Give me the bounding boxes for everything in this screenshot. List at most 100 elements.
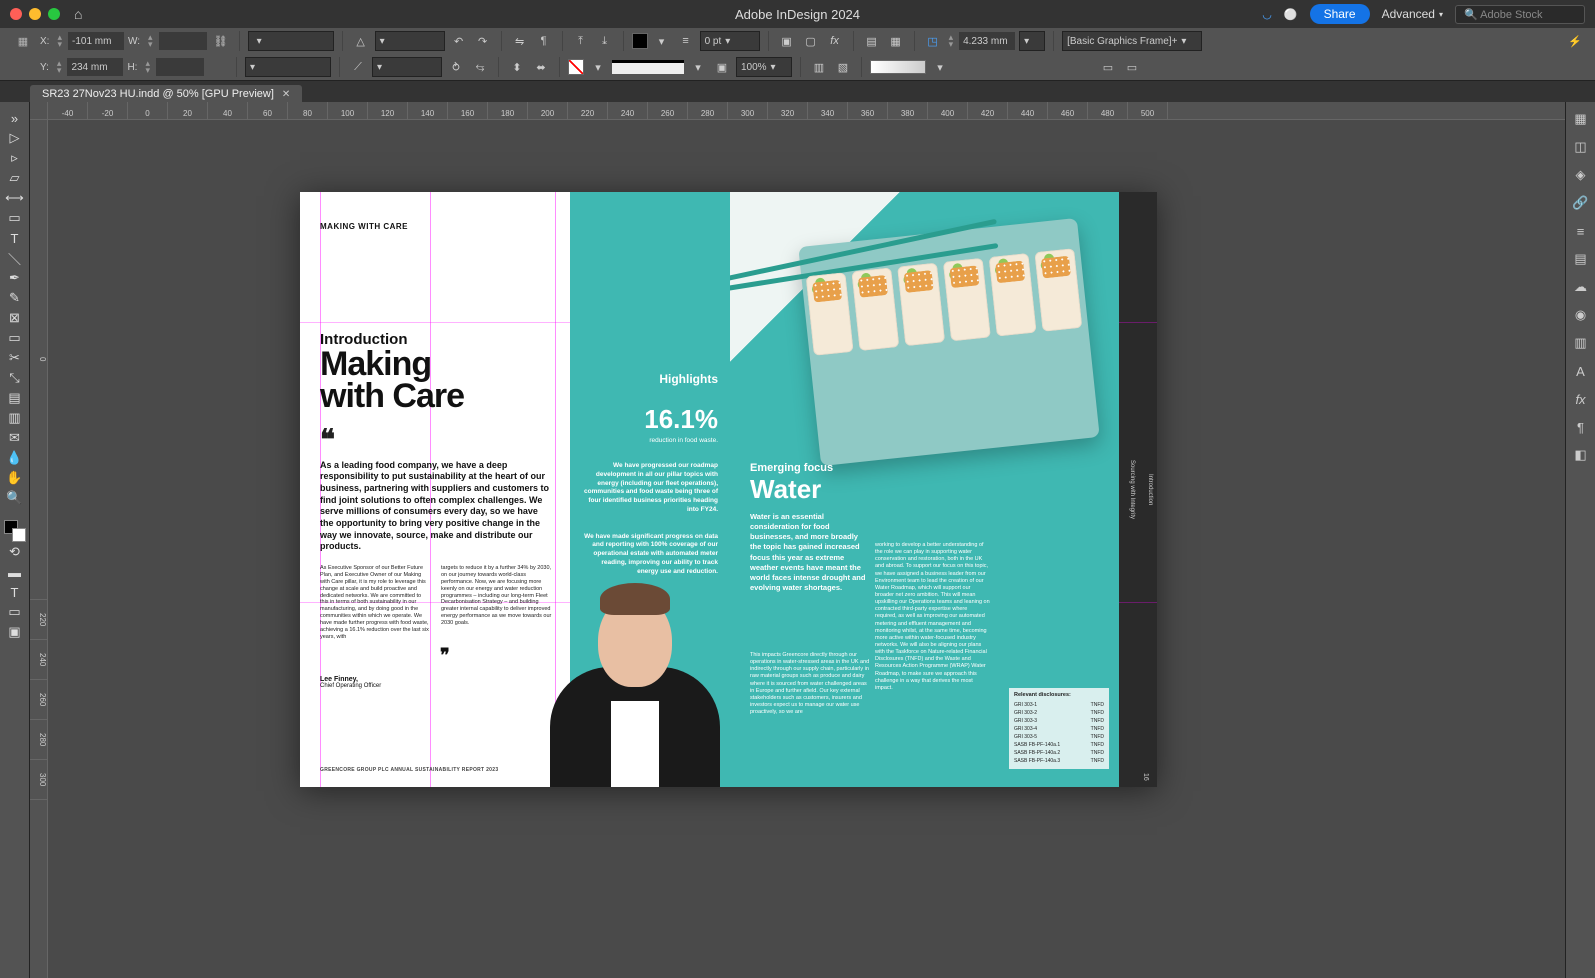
tab-introduction[interactable]: Introduction <box>1147 474 1153 505</box>
stroke-swatch[interactable] <box>568 59 584 75</box>
links-panel-icon[interactable]: 🔗 <box>1570 192 1592 214</box>
arrange-icon[interactable]: ▭ <box>1098 57 1118 77</box>
adobe-stock-search[interactable]: 🔍 Adobe Stock <box>1455 5 1585 24</box>
align-top-icon[interactable]: ⤒ <box>571 31 591 51</box>
selection-tool-icon[interactable]: ▷ <box>1 128 29 148</box>
hand-tool-icon[interactable]: ✋ <box>1 468 29 488</box>
sync-icon[interactable]: ◡ <box>1262 8 1272 21</box>
zoom-tool-icon[interactable]: 🔍 <box>1 488 29 508</box>
fill-stroke-swatches[interactable] <box>4 520 26 542</box>
object-style-dropdown[interactable]: [Basic Graphics Frame]+▾ <box>1062 31 1202 51</box>
minimize-window-button[interactable] <box>29 8 41 20</box>
corner-radius-field[interactable] <box>959 32 1015 50</box>
gradient-panel-icon[interactable]: ▥ <box>1570 332 1592 354</box>
scale-y-dropdown[interactable]: ▾ <box>245 57 331 77</box>
fill-swatch[interactable] <box>632 33 648 49</box>
select-container-icon[interactable]: ▭ <box>1122 57 1142 77</box>
highlights-heading: Highlights <box>582 372 718 386</box>
line-tool-icon[interactable]: ＼ <box>1 248 29 268</box>
free-transform-tool-icon[interactable]: ⤡ <box>1 368 29 388</box>
text-wrap-ignore-icon[interactable]: ▧ <box>833 57 853 77</box>
scale-x-dropdown[interactable]: ▾ <box>248 31 334 51</box>
stroke-panel-icon[interactable]: ≡ <box>1570 220 1592 242</box>
frame-fit-content-icon[interactable]: ▢ <box>801 31 821 51</box>
horizontal-ruler[interactable]: -40-200204060801001201401601802002202402… <box>48 102 1565 120</box>
type-tool-icon[interactable]: T <box>1 228 29 248</box>
stepper-icon[interactable]: ▴▾ <box>55 34 64 48</box>
page-spread[interactable]: MAKING WITH CARE Introduction Making wit… <box>300 192 1157 787</box>
fx-panel-icon[interactable]: fx <box>1570 388 1592 410</box>
maximize-window-button[interactable] <box>48 8 60 20</box>
paragraph-icon[interactable]: ¶ <box>534 31 554 51</box>
formatting-affects-text-icon[interactable]: T <box>1 582 29 602</box>
stroke-style-preview[interactable] <box>612 60 684 74</box>
shear-dropdown[interactable]: ▾ <box>372 57 442 77</box>
pages-panel-icon[interactable]: ◫ <box>1570 136 1592 158</box>
cc-libraries-panel-icon[interactable]: ☁ <box>1570 276 1592 298</box>
document-tab[interactable]: SR23 27Nov23 HU.indd @ 50% [GPU Preview]… <box>30 85 302 103</box>
headshot-image <box>540 557 730 787</box>
expand-panel-icon[interactable]: » <box>1 108 29 128</box>
paragraph-panel-icon[interactable]: ¶ <box>1570 416 1592 438</box>
bolt-icon[interactable]: ⚡ <box>1565 31 1585 51</box>
scissors-tool-icon[interactable]: ✂ <box>1 348 29 368</box>
home-icon[interactable]: ⌂ <box>74 6 82 22</box>
document-tab-strip: SR23 27Nov23 HU.indd @ 50% [GPU Preview]… <box>0 81 1595 103</box>
constrain-icon[interactable]: ⛓ <box>211 31 231 51</box>
content-collector-icon[interactable]: ▭ <box>1 208 29 228</box>
flip-horizontal-icon[interactable]: ⇋ <box>510 31 530 51</box>
reference-point-grid[interactable]: ▦ <box>10 35 36 48</box>
tab-sourcing[interactable]: Sourcing with Integrity <box>1129 460 1135 519</box>
view-mode-preview-icon[interactable]: ▣ <box>1 622 29 642</box>
rectangle-frame-tool-icon[interactable]: ⊠ <box>1 308 29 328</box>
swatches-panel-icon[interactable]: ▤ <box>1570 248 1592 270</box>
text-wrap-jump-icon[interactable]: ▥ <box>809 57 829 77</box>
page-tool-icon[interactable]: ▱ <box>1 168 29 188</box>
y-coord-field[interactable] <box>67 58 123 76</box>
pen-tool-icon[interactable]: ✒ <box>1 268 29 288</box>
tips-icon[interactable]: ⚪ <box>1284 8 1298 21</box>
rotate-dropdown[interactable]: ▾ <box>375 31 445 51</box>
fx-icon[interactable]: fx <box>825 31 845 51</box>
view-mode-normal-icon[interactable]: ▭ <box>1 602 29 622</box>
rotate-cw-icon[interactable]: ↷ <box>473 31 493 51</box>
gap-tool-icon[interactable]: ⟷ <box>1 188 29 208</box>
flip-v-icon[interactable]: ⥃ <box>470 57 490 77</box>
gradient-swatch-tool-icon[interactable]: ▤ <box>1 388 29 408</box>
character-panel-icon[interactable]: A <box>1570 360 1592 382</box>
apply-color-icon[interactable]: ▬ <box>1 562 29 582</box>
opacity-field[interactable]: 100%▾ <box>736 57 792 77</box>
w-field[interactable] <box>159 32 207 50</box>
workspace-switcher[interactable]: Advanced▾ <box>1382 7 1443 21</box>
properties-panel-icon[interactable]: ▦ <box>1570 108 1592 130</box>
stroke-weight-field[interactable]: 0 pt▾ <box>700 31 760 51</box>
default-colors-icon[interactable]: ⟲ <box>1 542 29 562</box>
close-tab-icon[interactable]: ✕ <box>282 89 290 100</box>
h-field[interactable] <box>156 58 204 76</box>
object-styles-panel-icon[interactable]: ◧ <box>1570 444 1592 466</box>
text-wrap-none-icon[interactable]: ▤ <box>862 31 882 51</box>
eyedropper-tool-icon[interactable]: 💧 <box>1 448 29 468</box>
pencil-tool-icon[interactable]: ✎ <box>1 288 29 308</box>
main-area: » ▷ ▹ ▱ ⟷ ▭ T ＼ ✒ ✎ ⊠ ▭ ✂ ⤡ ▤ ▥ ✉ 💧 ✋ 🔍 … <box>0 102 1595 978</box>
color-panel-icon[interactable]: ◉ <box>1570 304 1592 326</box>
water-col-1: This impacts Greencore directly through … <box>750 652 870 716</box>
canvas[interactable]: -40-200204060801001201401601802002202402… <box>30 102 1565 978</box>
corner-options-icon[interactable]: ◳ <box>923 31 943 51</box>
rectangle-tool-icon[interactable]: ▭ <box>1 328 29 348</box>
vertical-ruler[interactable]: 0 220240260280300 <box>30 120 48 978</box>
layers-panel-icon[interactable]: ◈ <box>1570 164 1592 186</box>
gradient-swatch[interactable] <box>870 60 926 74</box>
align-bottom-icon[interactable]: ⤓ <box>595 31 615 51</box>
gradient-feather-tool-icon[interactable]: ▥ <box>1 408 29 428</box>
share-button[interactable]: Share <box>1310 4 1370 24</box>
text-wrap-around-icon[interactable]: ▦ <box>886 31 906 51</box>
flip-h-icon[interactable]: ⥁ <box>446 57 466 77</box>
frame-fit-icon[interactable]: ▣ <box>777 31 797 51</box>
close-window-button[interactable] <box>10 8 22 20</box>
note-tool-icon[interactable]: ✉ <box>1 428 29 448</box>
ruler-origin[interactable] <box>30 102 48 120</box>
rotate-ccw-icon[interactable]: ↶ <box>449 31 469 51</box>
x-coord-field[interactable] <box>68 32 124 50</box>
direct-selection-tool-icon[interactable]: ▹ <box>1 148 29 168</box>
